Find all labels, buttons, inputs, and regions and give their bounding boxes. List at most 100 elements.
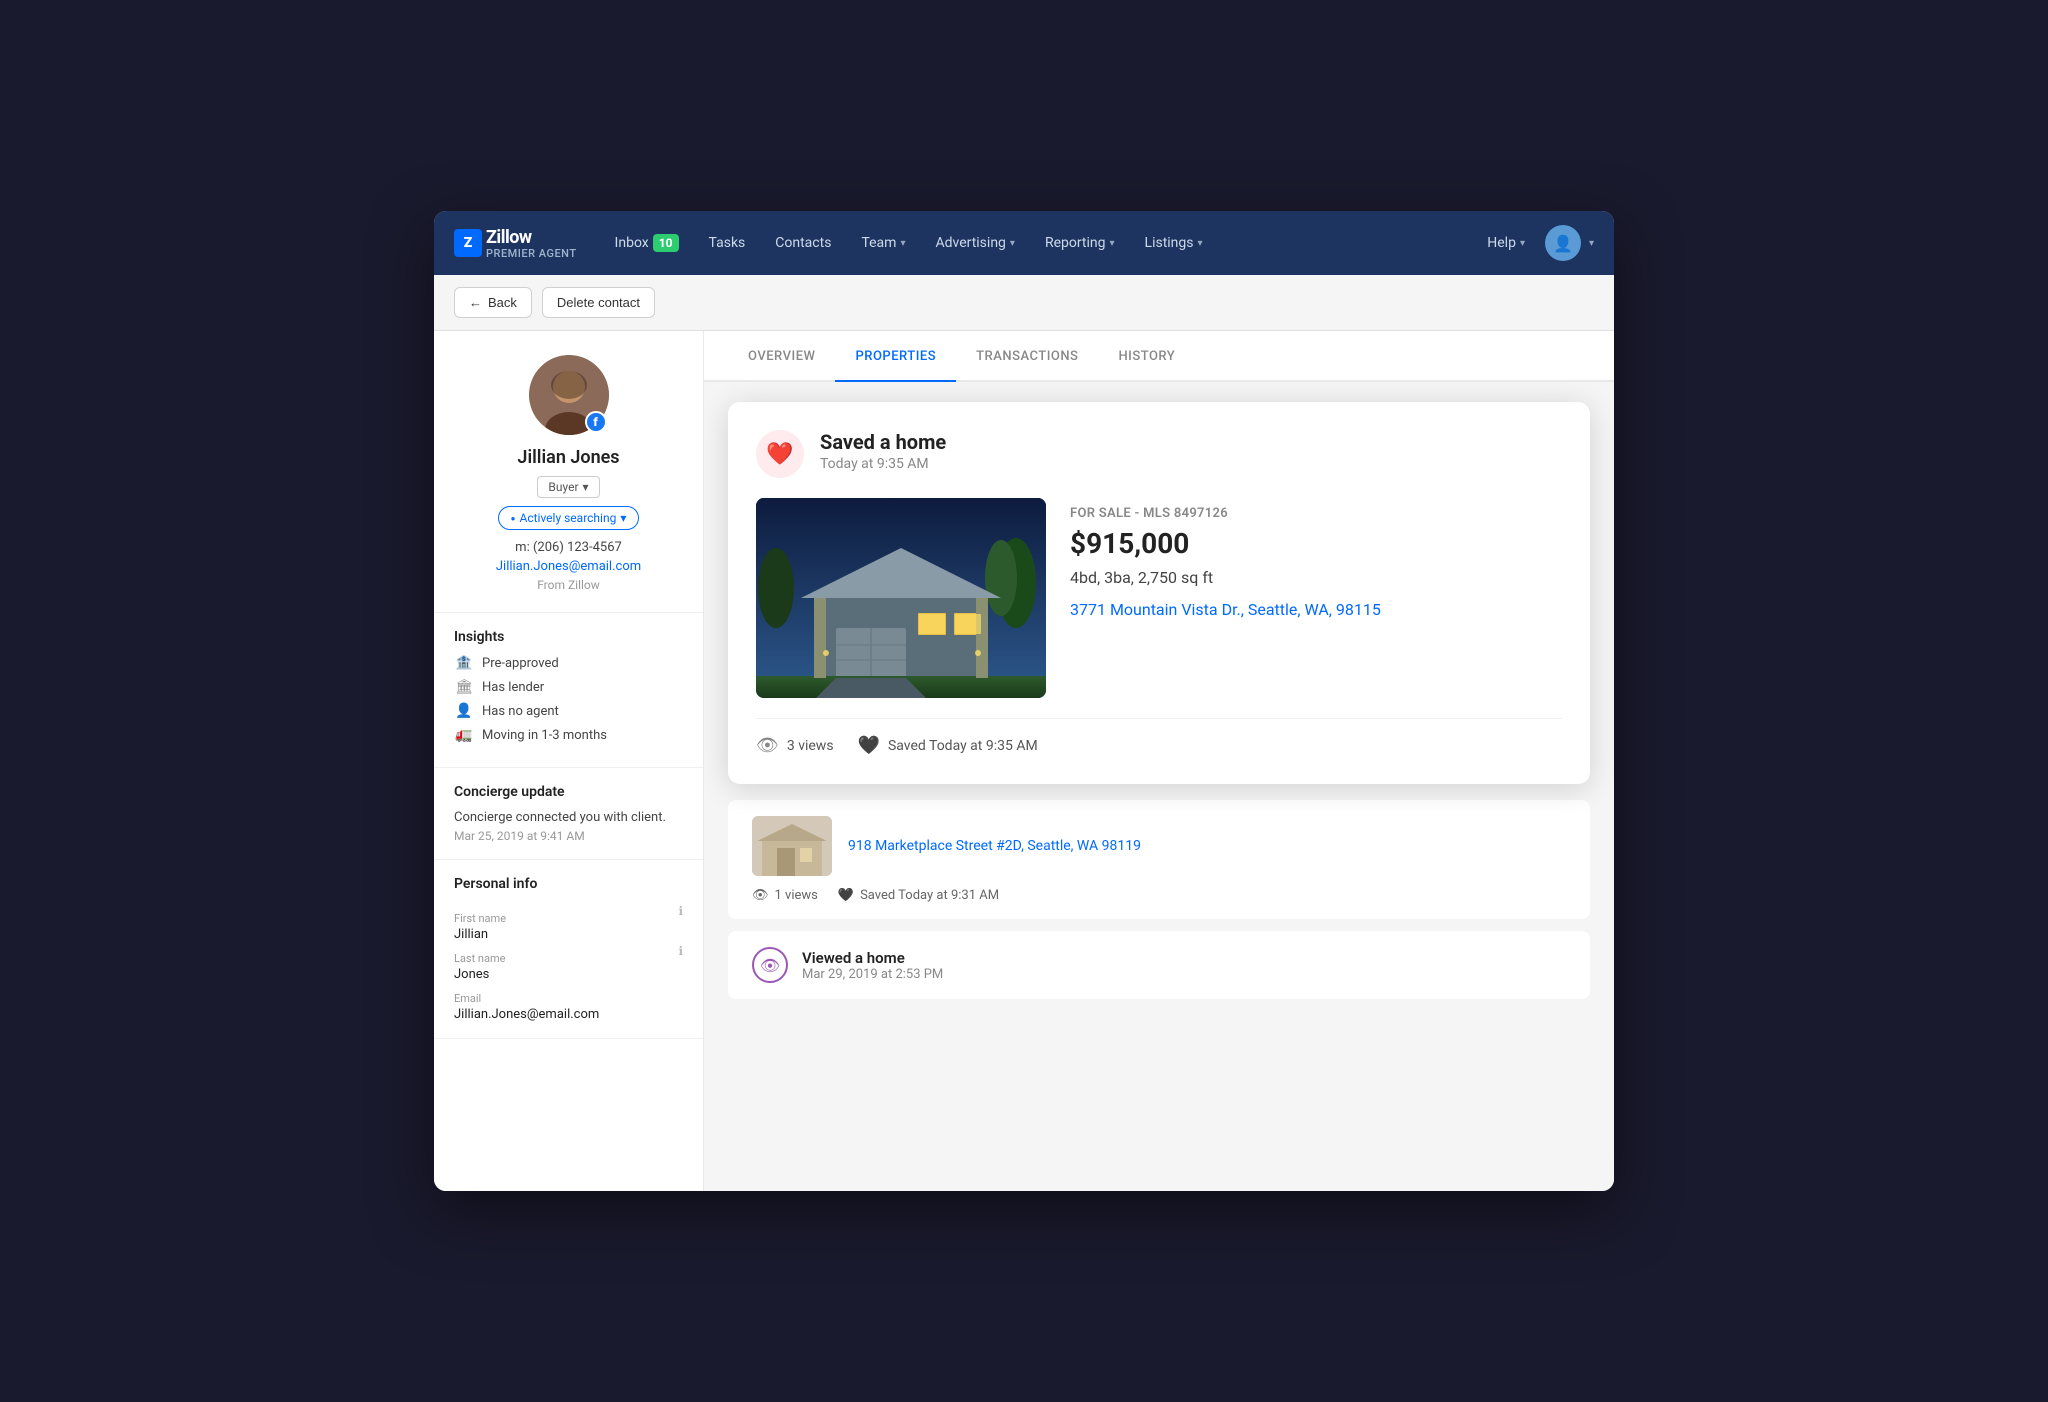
nav-team[interactable]: Team ▾ <box>849 227 917 259</box>
back-arrow-icon: ← <box>469 295 482 310</box>
nav-reporting[interactable]: Reporting ▾ <box>1033 227 1127 259</box>
tab-history[interactable]: HISTORY <box>1098 331 1195 382</box>
email-row: Email Jillian.Jones@email.com <box>454 982 683 1022</box>
zillow-logo: Z Zillow PREMIER AGENT <box>454 227 577 259</box>
viewed-home-item: 👁 Viewed a home Mar 29, 2019 at 2:53 PM <box>728 931 1590 999</box>
viewed-home-date: Mar 29, 2019 at 2:53 PM <box>802 967 943 982</box>
listings-label: Listings <box>1145 235 1194 251</box>
right-content: OVERVIEW PROPERTIES TRANSACTIONS HISTORY… <box>704 331 1614 1191</box>
contact-email[interactable]: Jillian.Jones@email.com <box>496 559 641 574</box>
contacts-label: Contacts <box>775 235 831 251</box>
advertising-label: Advertising <box>935 235 1005 251</box>
team-label: Team <box>861 235 896 251</box>
facebook-badge: f <box>585 411 607 433</box>
secondary-property-row: 918 Marketplace Street #2D, Seattle, WA … <box>752 816 1566 876</box>
secondary-eye-icon: 👁 <box>752 888 769 903</box>
first-name-info-icon[interactable]: ℹ <box>678 904 683 918</box>
email-value: Jillian.Jones@email.com <box>454 1007 599 1022</box>
tab-overview[interactable]: OVERVIEW <box>728 331 835 382</box>
listings-chevron-icon: ▾ <box>1198 238 1203 249</box>
secondary-saved-stat: 🖤 Saved Today at 9:31 AM <box>838 888 999 903</box>
user-avatar[interactable]: 👤 <box>1545 225 1581 261</box>
secondary-saved-label: Saved Today at 9:31 AM <box>860 888 999 903</box>
moving-icon: 🚛 <box>454 727 474 743</box>
nav-contacts[interactable]: Contacts <box>763 227 843 259</box>
property-beds: 4bd, 3ba, 2,750 sq ft <box>1070 568 1562 587</box>
nav-inbox[interactable]: Inbox 10 <box>603 226 691 260</box>
concierge-date: Mar 25, 2019 at 9:41 AM <box>454 829 683 843</box>
first-name-row: First name Jillian ℹ <box>454 902 683 942</box>
zillow-brand-text: Zillow <box>486 227 577 248</box>
last-name-row: Last name Jones ℹ <box>454 942 683 982</box>
buyer-chevron-icon: ▾ <box>583 480 589 494</box>
buyer-label: Buyer <box>548 480 578 494</box>
concierge-text: Concierge connected you with client. <box>454 810 683 825</box>
heart-filled-icon: 🖤 <box>858 735 880 756</box>
has-lender-label: Has lender <box>482 680 544 695</box>
tab-transactions[interactable]: TRANSACTIONS <box>956 331 1098 382</box>
contact-source: From Zillow <box>537 578 600 592</box>
reporting-chevron-icon: ▾ <box>1110 238 1115 249</box>
inbox-label: Inbox <box>615 235 649 251</box>
property-status: FOR SALE - MLS 8497126 <box>1070 506 1562 521</box>
back-label: Back <box>488 295 517 310</box>
property-address[interactable]: 3771 Mountain Vista Dr., Seattle, WA, 98… <box>1070 599 1562 621</box>
main-content: f Jillian Jones Buyer ▾ ● Actively searc… <box>434 331 1614 1191</box>
reporting-label: Reporting <box>1045 235 1106 251</box>
insight-has-lender: 🏛 Has lender <box>454 679 683 695</box>
property-stats: 👁 3 views 🖤 Saved Today at 9:35 AM <box>756 718 1562 756</box>
secondary-stats: 👁 1 views 🖤 Saved Today at 9:31 AM <box>752 888 1566 903</box>
last-name-label: Last name <box>454 952 505 965</box>
lender-icon: 🏛 <box>454 679 474 695</box>
team-chevron-icon: ▾ <box>900 238 905 249</box>
insights-title: Insights <box>454 629 683 645</box>
first-name-label: First name <box>454 912 506 925</box>
property-price: $915,000 <box>1070 527 1562 560</box>
nav-advertising[interactable]: Advertising ▾ <box>923 227 1026 259</box>
viewed-home-info: Viewed a home Mar 29, 2019 at 2:53 PM <box>802 949 943 982</box>
inbox-badge: 10 <box>653 234 679 252</box>
insights-section: Insights 🏦 Pre-approved 🏛 Has lender 👤 H… <box>434 613 703 768</box>
help-chevron-icon: ▾ <box>1520 238 1525 249</box>
saved-home-card: ❤️ Saved a home Today at 9:35 AM <box>728 402 1590 784</box>
feed-container: ❤️ Saved a home Today at 9:35 AM <box>704 382 1614 1191</box>
pre-approved-icon: 🏦 <box>454 655 474 671</box>
personal-info-title: Personal info <box>454 876 683 892</box>
activity-title: Saved a home <box>820 430 946 454</box>
insight-pre-approved: 🏦 Pre-approved <box>454 655 683 671</box>
nav-listings[interactable]: Listings ▾ <box>1133 227 1215 259</box>
property-detail-row: FOR SALE - MLS 8497126 $915,000 4bd, 3ba… <box>756 498 1562 698</box>
search-status-badge[interactable]: ● Actively searching ▾ <box>498 506 640 530</box>
nav-help[interactable]: Help ▾ <box>1475 227 1537 259</box>
back-button[interactable]: ← Back <box>454 287 532 318</box>
zillow-logo-icon: Z <box>454 229 482 257</box>
sidebar: f Jillian Jones Buyer ▾ ● Actively searc… <box>434 331 704 1191</box>
moving-label: Moving in 1-3 months <box>482 728 607 743</box>
secondary-views-stat: 👁 1 views <box>752 888 818 903</box>
delete-contact-button[interactable]: Delete contact <box>542 287 655 318</box>
advertising-chevron-icon: ▾ <box>1010 238 1015 249</box>
brand: Z Zillow PREMIER AGENT <box>454 227 577 259</box>
premier-agent-text: PREMIER AGENT <box>486 248 577 259</box>
nav-tasks[interactable]: Tasks <box>697 227 758 259</box>
secondary-house-svg <box>752 816 832 876</box>
viewed-eye-icon: 👁 <box>752 947 788 983</box>
avatar-chevron-icon: ▾ <box>1589 238 1594 249</box>
last-name-info-icon[interactable]: ℹ <box>678 944 683 958</box>
property-info: FOR SALE - MLS 8497126 $915,000 4bd, 3ba… <box>1070 498 1562 698</box>
last-name-value: Jones <box>454 967 505 982</box>
toolbar: ← Back Delete contact <box>434 275 1614 331</box>
status-chevron-icon: ▾ <box>620 511 626 525</box>
personal-info-section: Personal info First name Jillian ℹ Last … <box>434 860 703 1039</box>
house-illustration <box>756 498 1046 698</box>
buyer-type-badge[interactable]: Buyer ▾ <box>537 476 599 498</box>
status-label: Actively searching <box>519 511 616 525</box>
eye-icon: 👁 <box>756 735 779 756</box>
tab-properties[interactable]: PROPERTIES <box>835 331 956 382</box>
saved-label: Saved Today at 9:35 AM <box>888 738 1038 754</box>
activity-header: ❤️ Saved a home Today at 9:35 AM <box>756 430 1562 478</box>
insight-no-agent: 👤 Has no agent <box>454 703 683 719</box>
concierge-title: Concierge update <box>454 784 683 800</box>
nav-right: Help ▾ 👤 ▾ <box>1475 225 1594 261</box>
secondary-property-address[interactable]: 918 Marketplace Street #2D, Seattle, WA … <box>848 838 1141 854</box>
